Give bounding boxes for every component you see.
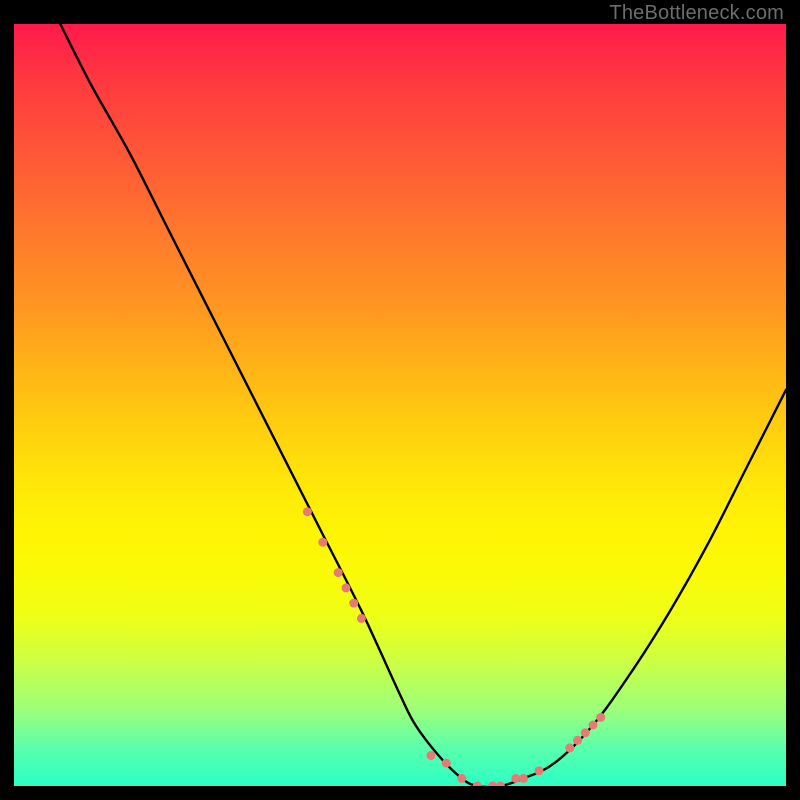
marker-dot	[357, 614, 366, 623]
marker-dot	[334, 568, 343, 577]
marker-dot	[581, 728, 590, 737]
marker-dot	[511, 774, 520, 783]
marker-dot	[589, 721, 598, 730]
marker-dot	[496, 782, 505, 787]
highlight-dots	[303, 507, 605, 786]
marker-dot	[457, 774, 466, 783]
marker-dot	[488, 782, 497, 787]
curve-svg	[14, 24, 786, 786]
marker-dot	[596, 713, 605, 722]
watermark-text: TheBottleneck.com	[609, 2, 784, 25]
bottleneck-curve	[60, 24, 786, 786]
marker-dot	[342, 583, 351, 592]
marker-dot	[426, 751, 435, 760]
marker-dot	[519, 774, 528, 783]
marker-dot	[535, 766, 544, 775]
marker-dot	[442, 759, 451, 768]
marker-dot	[573, 736, 582, 745]
marker-dot	[349, 599, 358, 608]
marker-dot	[318, 538, 327, 547]
chart-frame: TheBottleneck.com	[0, 0, 800, 800]
marker-dot	[303, 507, 312, 516]
marker-dot	[473, 782, 482, 787]
plot-area	[14, 24, 786, 786]
marker-dot	[565, 743, 574, 752]
